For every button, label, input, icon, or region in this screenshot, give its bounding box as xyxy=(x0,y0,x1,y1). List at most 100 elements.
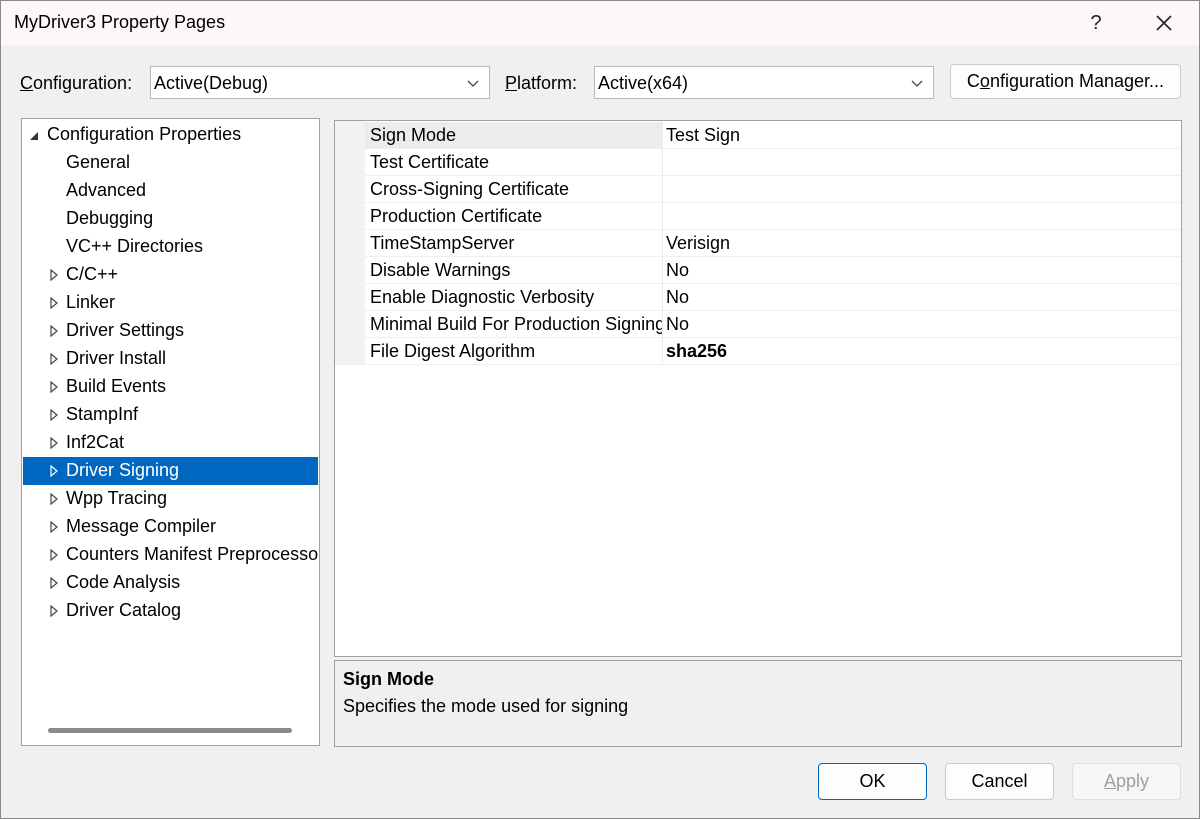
property-row[interactable]: TimeStampServer Verisign xyxy=(365,230,1181,257)
configuration-manager-button[interactable]: Configuration Manager... xyxy=(950,64,1181,99)
help-button[interactable]: ? xyxy=(1065,1,1127,45)
tree-item[interactable]: Driver Catalog xyxy=(23,597,318,625)
ok-label: OK xyxy=(859,771,886,791)
tree-item[interactable]: Advanced xyxy=(23,177,318,205)
configuration-dropdown[interactable]: Active(Debug) xyxy=(150,66,490,99)
property-value[interactable]: No xyxy=(666,260,689,281)
tree-item-label: Linker xyxy=(66,292,116,312)
property-row[interactable]: File Digest Algorithm sha256 xyxy=(365,338,1181,365)
title-bar: MyDriver3 Property Pages ? xyxy=(1,1,1199,45)
property-name: Disable Warnings xyxy=(370,260,511,280)
tree-item[interactable]: Driver Signing xyxy=(23,457,318,485)
chevron-down-icon xyxy=(467,80,479,87)
column-divider xyxy=(662,338,663,365)
property-row[interactable]: Test Certificate xyxy=(365,149,1181,176)
tree-root-item[interactable]: Configuration Properties xyxy=(23,121,318,149)
property-name: Cross-Signing Certificate xyxy=(370,179,570,199)
tree-item[interactable]: Linker xyxy=(23,289,318,317)
tree-item[interactable]: Message Compiler xyxy=(23,513,318,541)
tree-item[interactable]: VC++ Directories xyxy=(23,233,318,261)
tree-item[interactable]: Build Events xyxy=(23,373,318,401)
property-name: Test Certificate xyxy=(370,152,490,172)
tree-item-label: Driver Install xyxy=(66,348,167,368)
property-value[interactable]: No xyxy=(666,314,689,335)
tree-item[interactable]: Counters Manifest Preprocessor xyxy=(23,541,320,569)
tree-item-label: General xyxy=(66,152,131,172)
tree-item-label: Inf2Cat xyxy=(66,432,125,452)
tree-collapsed-icon xyxy=(50,381,58,393)
tree-collapsed-icon xyxy=(50,325,58,337)
configuration-label: Configuration: xyxy=(20,73,133,93)
property-name: Enable Diagnostic Verbosity xyxy=(370,287,595,307)
tree-item[interactable]: Inf2Cat xyxy=(23,429,318,457)
tree-item-label: C/C++ xyxy=(66,264,119,284)
tree-item[interactable]: General xyxy=(23,149,318,177)
property-value[interactable]: Verisign xyxy=(666,233,730,254)
description-title: Sign Mode xyxy=(343,669,434,689)
property-name: TimeStampServer xyxy=(370,233,515,253)
cancel-button[interactable]: Cancel xyxy=(945,763,1054,800)
property-name: File Digest Algorithm xyxy=(370,341,536,361)
tree-expanded-icon xyxy=(30,132,38,140)
column-divider xyxy=(662,122,663,149)
platform-dropdown[interactable]: Active(x64) xyxy=(594,66,934,99)
property-grid[interactable]: Sign Mode Test Sign Test Certificate Cross-… xyxy=(334,120,1182,657)
chevron-down-icon xyxy=(911,80,923,87)
apply-label: Apply xyxy=(1103,771,1150,791)
property-row[interactable]: Cross-Signing Certificate xyxy=(365,176,1181,203)
property-row[interactable]: Sign Mode Test Sign xyxy=(365,122,1181,149)
apply-button[interactable]: Apply xyxy=(1072,763,1181,800)
tree-root-label: Configuration Properties xyxy=(47,124,242,144)
tree-collapsed-icon xyxy=(50,437,58,449)
tree-item[interactable]: StampInf xyxy=(23,401,318,429)
property-row[interactable]: Disable Warnings No xyxy=(365,257,1181,284)
column-divider xyxy=(662,176,663,203)
tree-collapsed-icon xyxy=(50,269,58,281)
tree-item-label: VC++ Directories xyxy=(66,236,204,256)
tree-item-label: Driver Settings xyxy=(66,320,185,340)
tree-item[interactable]: Debugging xyxy=(23,205,318,233)
ok-button[interactable]: OK xyxy=(818,763,927,800)
column-divider xyxy=(662,149,663,176)
tree-item[interactable]: Code Analysis xyxy=(23,569,318,597)
tree-item[interactable]: Driver Settings xyxy=(23,317,318,345)
window-title: MyDriver3 Property Pages xyxy=(14,12,226,32)
tree-item[interactable]: Driver Install xyxy=(23,345,318,373)
category-tree[interactable]: Configuration Properties General Advanced… xyxy=(21,118,320,746)
tree-item-label: Driver Catalog xyxy=(66,600,182,620)
platform-label: Platform: xyxy=(505,73,578,93)
cancel-label: Cancel xyxy=(971,771,1028,791)
property-name: Production Certificate xyxy=(370,206,543,226)
tree-horizontal-scrollbar[interactable] xyxy=(48,728,292,733)
tree-item-label: Counters Manifest Preprocessor xyxy=(66,544,320,564)
property-value[interactable]: Test Sign xyxy=(666,125,740,146)
description-panel: Sign Mode Specifies the mode used for si… xyxy=(334,660,1182,747)
tree-collapsed-icon xyxy=(50,297,58,309)
configuration-manager-label: Configuration Manager... xyxy=(966,71,1165,91)
platform-value: Active(x64) xyxy=(598,73,689,93)
property-row[interactable]: Minimal Build For Production Signing No xyxy=(365,311,1181,338)
property-value[interactable]: No xyxy=(666,287,689,308)
tree-item-label: Debugging xyxy=(66,208,154,228)
property-value[interactable]: sha256 xyxy=(666,341,727,362)
help-icon: ? xyxy=(1090,11,1102,34)
configuration-value: Active(Debug) xyxy=(154,73,269,93)
tree-item-label: Build Events xyxy=(66,376,167,396)
tree-collapsed-icon xyxy=(50,521,58,533)
tree-item-label: StampInf xyxy=(66,404,139,424)
property-pages-dialog: MyDriver3 Property Pages ? Configuration… xyxy=(0,0,1200,819)
tree-collapsed-icon xyxy=(50,549,58,561)
property-name: Sign Mode xyxy=(370,125,457,145)
column-divider xyxy=(662,203,663,230)
tree-item[interactable]: Wpp Tracing xyxy=(23,485,318,513)
close-button[interactable] xyxy=(1133,1,1195,45)
tree-item-label: Driver Signing xyxy=(66,460,180,480)
tree-item-label: Code Analysis xyxy=(66,572,181,592)
tree-collapsed-icon xyxy=(50,605,58,617)
tree-item-label: Wpp Tracing xyxy=(66,488,168,508)
property-row[interactable]: Enable Diagnostic Verbosity No xyxy=(365,284,1181,311)
grid-gutter xyxy=(335,121,365,365)
tree-collapsed-icon xyxy=(50,465,58,477)
tree-item[interactable]: C/C++ xyxy=(23,261,318,289)
property-row[interactable]: Production Certificate xyxy=(365,203,1181,230)
